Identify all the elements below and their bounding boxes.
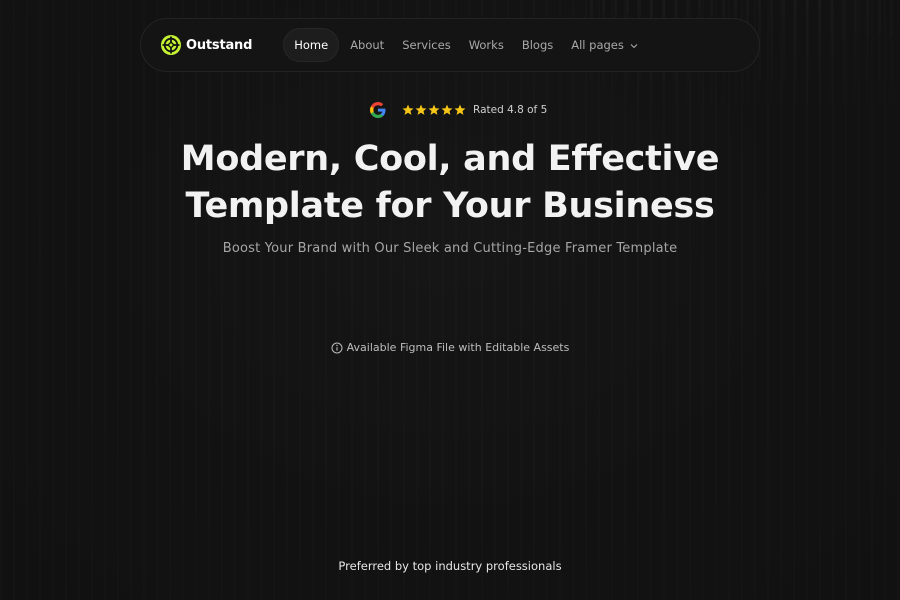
hero-subtitle: Boost Your Brand with Our Sleek and Cutt… (222, 241, 678, 256)
hero-title-line-2: Template for Your Business (185, 186, 715, 226)
nav-item-services[interactable]: Services (393, 29, 460, 61)
figma-note: Available Figma File with Editable Asset… (0, 341, 900, 354)
nav-links: Home About Services Works Blogs All page… (283, 28, 646, 62)
outstand-logo-icon (161, 35, 181, 55)
chevron-down-icon (630, 43, 637, 48)
landing-page: Outstand Home About Services Works Blogs… (0, 0, 900, 600)
nav-item-all-pages-label: All pages (571, 38, 624, 52)
nav-item-home[interactable]: Home (283, 28, 340, 62)
nav-item-about[interactable]: About (341, 29, 393, 61)
nav-item-blogs[interactable]: Blogs (513, 29, 562, 61)
nav-item-works[interactable]: Works (460, 29, 513, 61)
rating-stars (402, 104, 466, 116)
top-navbar: Outstand Home About Services Works Blogs… (140, 18, 760, 72)
info-icon (331, 342, 343, 353)
brand-name: Outstand (186, 37, 253, 53)
google-icon (370, 102, 386, 118)
star-icon (402, 104, 414, 115)
hero-title: Modern, Cool, and Effective Template for… (0, 136, 900, 230)
preferred-by-text: Preferred by top industry professionals (338, 559, 562, 573)
star-icon (415, 104, 427, 115)
figma-note-text: Available Figma File with Editable Asset… (346, 341, 570, 354)
nav-item-all-pages[interactable]: All pages (562, 29, 646, 61)
star-icon (428, 104, 440, 115)
brand-logo-link[interactable]: Outstand (160, 34, 252, 56)
rating-badge: Rated 4.8 of 5 (369, 101, 547, 119)
hero-title-line-1: Modern, Cool, and Effective (180, 139, 720, 179)
rating-text: Rated 4.8 of 5 (473, 104, 548, 116)
star-icon (454, 104, 466, 115)
star-icon (441, 104, 453, 115)
